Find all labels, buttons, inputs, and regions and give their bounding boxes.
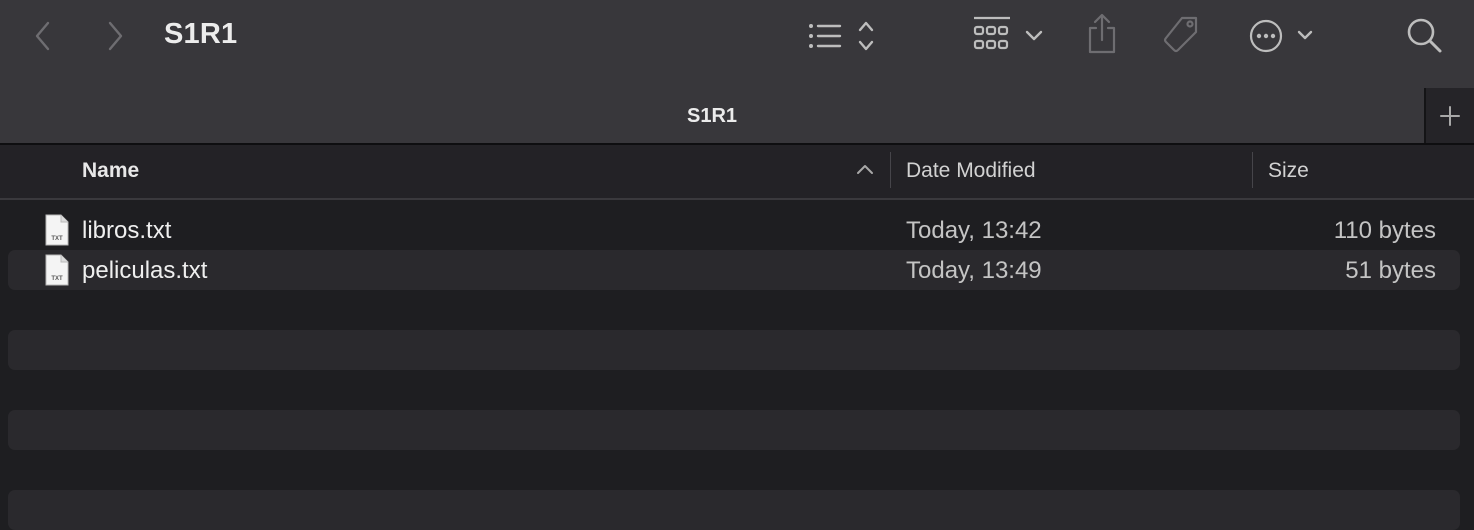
empty-row <box>8 330 1460 370</box>
column-separator[interactable] <box>1252 152 1253 188</box>
tab-bar: S1R1 <box>0 88 1474 144</box>
share-button[interactable] <box>1084 12 1120 56</box>
column-separator[interactable] <box>890 152 891 188</box>
view-mode-button[interactable] <box>804 18 880 54</box>
empty-row <box>8 490 1460 530</box>
file-row-peliculas[interactable]: TXT peliculas.txt Today, 13:49 51 bytes <box>8 250 1460 290</box>
chevron-right-icon <box>108 21 123 51</box>
search-button[interactable] <box>1404 16 1446 56</box>
file-date-modified: Today, 13:42 <box>906 217 1042 244</box>
tag-icon <box>1163 16 1198 53</box>
column-date-modified-header[interactable]: Date Modified <box>906 159 1036 183</box>
new-tab-button[interactable] <box>1424 88 1474 144</box>
column-header: Name Date Modified Size <box>0 145 1474 200</box>
file-size: 110 bytes <box>1333 217 1436 244</box>
file-name: peliculas.txt <box>82 257 208 284</box>
file-name: libros.txt <box>82 217 172 244</box>
forward-button[interactable] <box>100 18 130 54</box>
sort-ascending-icon <box>856 161 874 182</box>
group-button[interactable] <box>970 14 1046 56</box>
file-row-libros[interactable]: TXT libros.txt Today, 13:42 110 bytes <box>8 210 1460 250</box>
svg-text:TXT: TXT <box>51 236 63 242</box>
list-view-icon <box>809 21 874 51</box>
back-button[interactable] <box>28 18 58 54</box>
chevron-left-icon <box>35 21 50 51</box>
svg-text:TXT: TXT <box>51 276 63 282</box>
file-date-modified: Today, 13:49 <box>906 257 1042 284</box>
column-name-header[interactable]: Name <box>82 159 139 183</box>
empty-row <box>8 410 1460 450</box>
window-title: S1R1 <box>164 18 238 50</box>
search-icon <box>1407 18 1442 53</box>
plus-icon <box>1440 106 1460 126</box>
file-size: 51 bytes <box>1345 257 1436 284</box>
ellipsis-circle-icon <box>1249 19 1313 53</box>
column-size-header[interactable]: Size <box>1268 159 1309 183</box>
txt-file-icon: TXT <box>44 254 70 291</box>
tag-button[interactable] <box>1160 14 1202 56</box>
tab-s1r1[interactable]: S1R1 <box>0 88 1424 144</box>
file-list: TXT libros.txt Today, 13:42 110 bytes TX… <box>0 200 1474 530</box>
grid-group-icon <box>973 16 1043 50</box>
share-icon <box>1088 13 1116 54</box>
toolbar: S1R1 <box>0 0 1474 88</box>
more-actions-button[interactable] <box>1246 16 1318 56</box>
txt-file-icon: TXT <box>44 214 70 251</box>
